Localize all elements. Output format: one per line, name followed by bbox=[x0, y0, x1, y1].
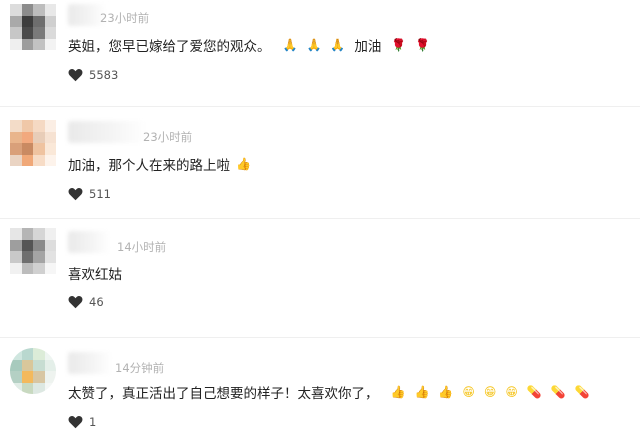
avatar[interactable] bbox=[10, 228, 56, 274]
pill-emoji: 💊 bbox=[574, 385, 590, 399]
like-count: 46 bbox=[89, 295, 104, 309]
like-button[interactable]: 511 bbox=[68, 187, 111, 201]
comment-text-body: 英姐，您早已嫁给了爱您的观众。 bbox=[68, 39, 271, 55]
comment-text-body: 太赞了，真正活出了自己想要的样子！太喜欢你了， bbox=[68, 386, 379, 402]
heart-icon bbox=[68, 188, 83, 201]
comment-time: 23小时前 bbox=[100, 11, 150, 25]
comment-item: 14分钟前 太赞了，真正活出了自己想要的样子！太喜欢你了， 👍 👍 👍 😁 😁 … bbox=[0, 346, 640, 439]
heart-icon bbox=[68, 69, 83, 82]
like-count: 5583 bbox=[89, 68, 119, 82]
heart-icon bbox=[68, 296, 83, 309]
heart-icon bbox=[68, 416, 83, 429]
divider bbox=[0, 337, 640, 338]
comment-time: 14小时前 bbox=[117, 240, 167, 254]
comment-text: 喜欢红姑 bbox=[68, 263, 122, 283]
thumbs-up-emoji: 👍 bbox=[414, 385, 430, 399]
thumbs-up-emoji: 👍 bbox=[438, 385, 454, 399]
like-button[interactable]: 1 bbox=[68, 415, 96, 429]
comment-text-body: 喜欢红姑 bbox=[68, 267, 122, 283]
comment-text: 加油，那个人在来的路上啦 👍 bbox=[68, 154, 260, 174]
like-button[interactable]: 5583 bbox=[68, 68, 118, 82]
comment-text-body: 加油，那个人在来的路上啦 bbox=[68, 158, 230, 174]
comment-item: 23小时前 加油，那个人在来的路上啦 👍 511 bbox=[0, 118, 640, 218]
pill-emoji: 💊 bbox=[526, 385, 542, 399]
avatar[interactable] bbox=[10, 120, 56, 166]
praying-hands-emoji: 🙏 bbox=[330, 38, 346, 52]
avatar[interactable] bbox=[10, 4, 56, 50]
comment-item: 23小时前 英姐，您早已嫁给了爱您的观众。 🙏 🙏 🙏 加油 🌹 🌹 5583 bbox=[0, 0, 640, 100]
like-count: 1 bbox=[89, 415, 97, 429]
username[interactable] bbox=[68, 352, 112, 374]
like-count: 511 bbox=[89, 187, 111, 201]
comment-text-inline: 加油 bbox=[354, 39, 382, 55]
avatar[interactable] bbox=[10, 348, 56, 394]
divider bbox=[0, 218, 640, 219]
comment-text: 太赞了，真正活出了自己想要的样子！太喜欢你了， 👍 👍 👍 😁 😁 😁 💊 💊 … bbox=[68, 382, 599, 402]
comment-text: 英姐，您早已嫁给了爱您的观众。 🙏 🙏 🙏 加油 🌹 🌹 bbox=[68, 35, 439, 55]
thumbs-up-emoji: 👍 bbox=[390, 385, 406, 399]
rose-emoji: 🌹 bbox=[391, 38, 407, 52]
pill-emoji: 💊 bbox=[550, 385, 566, 399]
praying-hands-emoji: 🙏 bbox=[306, 38, 322, 52]
rose-emoji: 🌹 bbox=[415, 38, 431, 52]
comment-item: 14小时前 喜欢红姑 46 bbox=[0, 226, 640, 326]
username[interactable] bbox=[68, 121, 146, 143]
divider bbox=[0, 106, 640, 107]
username[interactable] bbox=[68, 231, 110, 253]
praying-hands-emoji: 🙏 bbox=[282, 38, 298, 52]
like-button[interactable]: 46 bbox=[68, 295, 104, 309]
comment-time: 14分钟前 bbox=[115, 361, 165, 375]
thumbs-up-emoji: 👍 bbox=[236, 157, 251, 171]
grinning-face-emoji: 😁 bbox=[505, 385, 518, 399]
grinning-face-emoji: 😁 bbox=[483, 385, 497, 399]
comment-time: 23小时前 bbox=[143, 130, 193, 144]
grinning-face-emoji: 😁 bbox=[462, 385, 475, 399]
